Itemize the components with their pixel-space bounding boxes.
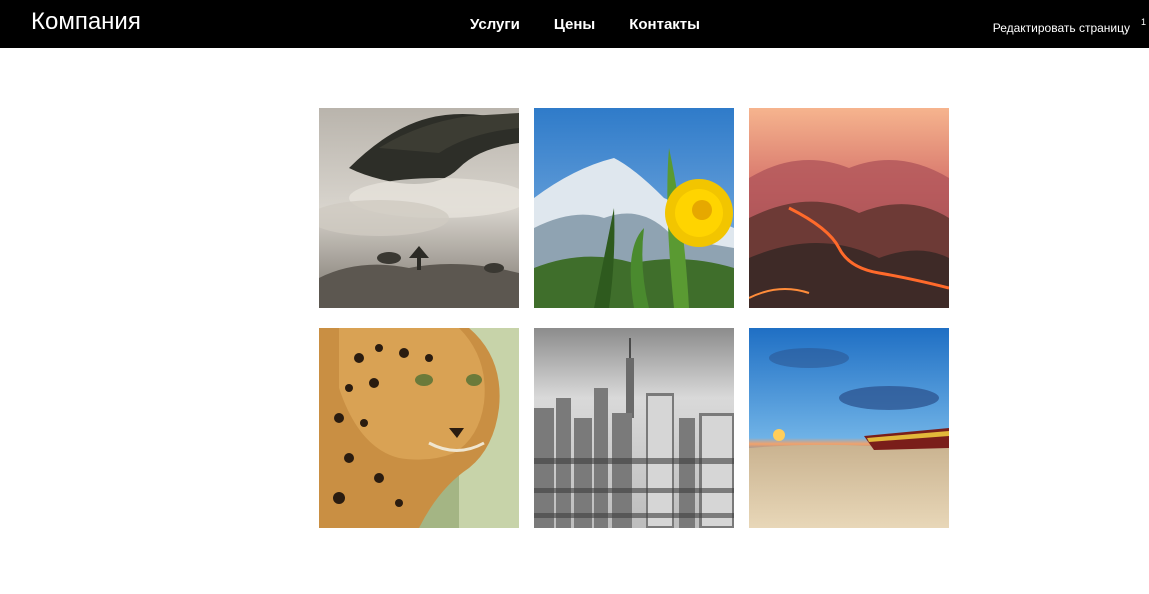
gallery-tile-beach-sunset[interactable] xyxy=(749,328,949,528)
brand-logo[interactable]: Компания xyxy=(31,8,141,36)
misty-hills-image xyxy=(319,108,519,308)
nav-item-services[interactable]: Услуги xyxy=(470,16,520,34)
gallery-tile-misty-hills[interactable] xyxy=(319,108,519,308)
gallery-tile-lava-valley[interactable] xyxy=(749,108,949,308)
nav-item-prices[interactable]: Цены xyxy=(554,16,595,34)
dandelion-mountain-image xyxy=(534,108,734,308)
gallery-tile-city-skyline[interactable] xyxy=(534,328,734,528)
beach-sunset-image xyxy=(749,328,949,528)
image-gallery xyxy=(319,108,949,528)
gallery-tile-dandelion[interactable] xyxy=(534,108,734,308)
lava-valley-image xyxy=(749,108,949,308)
main-nav: Услуги Цены Контакты xyxy=(470,16,700,34)
leopard-image xyxy=(319,328,519,528)
city-skyline-image xyxy=(534,328,734,528)
gallery-tile-leopard[interactable] xyxy=(319,328,519,528)
edit-page-link[interactable]: Редактировать страницу xyxy=(993,21,1130,36)
edit-marker: 1 xyxy=(1140,17,1146,27)
nav-item-contacts[interactable]: Контакты xyxy=(629,16,700,34)
top-navbar: Компания Услуги Цены Контакты Редактиров… xyxy=(0,0,1149,48)
